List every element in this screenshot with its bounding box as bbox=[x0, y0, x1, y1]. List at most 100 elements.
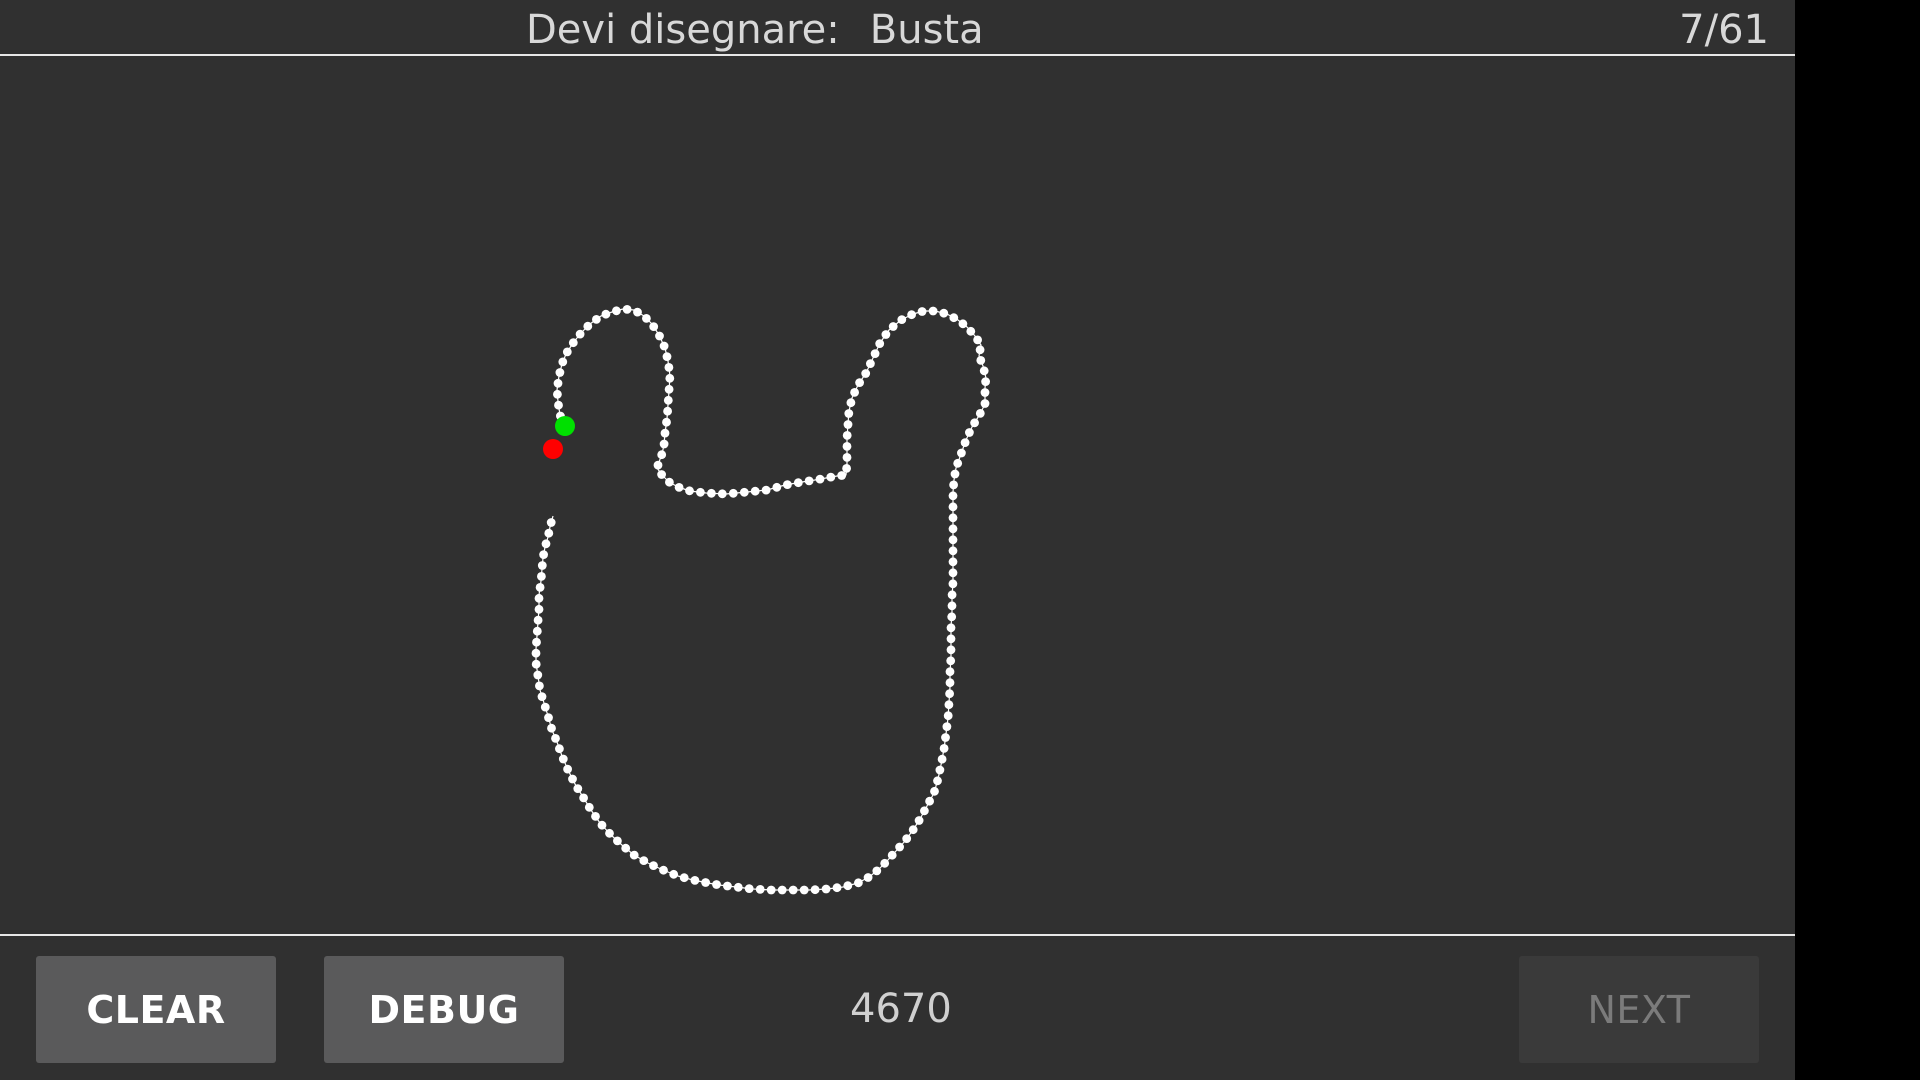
stroke-point bbox=[533, 615, 543, 625]
stroke-point bbox=[975, 409, 985, 418]
stroke-point bbox=[945, 689, 954, 699]
stroke-point bbox=[960, 438, 970, 447]
stroke-point bbox=[948, 491, 958, 501]
stroke-point bbox=[942, 722, 952, 731]
stroke-point bbox=[939, 308, 949, 318]
stroke-point bbox=[777, 885, 787, 895]
stroke-point bbox=[949, 313, 959, 323]
stroke-point bbox=[948, 546, 958, 556]
stroke-point bbox=[953, 458, 963, 468]
stroke-point bbox=[946, 623, 956, 633]
stroke-point bbox=[810, 885, 820, 895]
stroke-points bbox=[531, 305, 990, 895]
stroke-point bbox=[783, 480, 792, 489]
stroke-point bbox=[642, 314, 651, 323]
stroke-point bbox=[897, 315, 907, 324]
stroke-point bbox=[980, 399, 990, 408]
stroke-point bbox=[837, 471, 847, 480]
stroke-point bbox=[842, 453, 852, 462]
stroke-point bbox=[532, 626, 542, 636]
stroke-point bbox=[696, 487, 705, 497]
stroke-point bbox=[537, 572, 546, 581]
stroke-point bbox=[895, 842, 904, 852]
stroke-point bbox=[568, 774, 577, 784]
stroke-point bbox=[948, 579, 958, 589]
stroke-point bbox=[947, 612, 957, 622]
drawing-app: Devi disegnare: Busta 7/61 CLEAR DEBUG 46… bbox=[0, 0, 1795, 1080]
drawing-canvas[interactable] bbox=[0, 58, 1795, 934]
stroke-point bbox=[612, 306, 621, 316]
stroke-point bbox=[660, 428, 670, 438]
stroke-point bbox=[579, 793, 588, 803]
stroke-point bbox=[947, 601, 957, 611]
stroke-point bbox=[948, 513, 958, 523]
stroke-point bbox=[933, 776, 942, 786]
stroke-point bbox=[663, 395, 673, 405]
stroke-point bbox=[629, 850, 639, 860]
stroke-point bbox=[633, 307, 642, 317]
stroke-point bbox=[544, 528, 554, 538]
stroke-point bbox=[717, 489, 727, 499]
stroke-point bbox=[946, 634, 956, 644]
stroke-point bbox=[821, 884, 831, 894]
stroke-point bbox=[728, 488, 738, 498]
stroke-point bbox=[826, 472, 836, 482]
stroke-point bbox=[558, 357, 568, 367]
stroke-end-marker bbox=[543, 439, 563, 459]
stroke-point bbox=[547, 723, 556, 733]
stroke-point bbox=[649, 322, 659, 331]
stroke-point bbox=[662, 417, 671, 427]
stroke-point bbox=[943, 711, 953, 721]
stroke-point bbox=[887, 850, 897, 860]
stroke-point bbox=[531, 659, 541, 669]
stroke-point bbox=[948, 502, 958, 512]
stroke-point bbox=[659, 341, 669, 351]
clear-button[interactable]: CLEAR bbox=[36, 956, 276, 1063]
stroke-point bbox=[947, 590, 957, 600]
stroke-point bbox=[846, 398, 856, 408]
stroke-point bbox=[532, 637, 541, 647]
stroke-point bbox=[655, 331, 664, 341]
stroke-point bbox=[669, 869, 679, 879]
stroke-point bbox=[907, 310, 916, 320]
stroke-point bbox=[531, 648, 541, 658]
stroke-point bbox=[653, 460, 663, 470]
stroke-point bbox=[534, 604, 544, 614]
stroke-point bbox=[563, 764, 572, 774]
stroke-point bbox=[534, 593, 544, 603]
stroke-point bbox=[948, 557, 958, 567]
stroke-point bbox=[544, 713, 553, 722]
target-word: Busta bbox=[869, 7, 984, 53]
drawing-surface[interactable] bbox=[0, 58, 1795, 934]
score-value: 4670 bbox=[850, 986, 952, 1032]
stroke-point bbox=[925, 796, 934, 806]
stroke-point bbox=[981, 377, 990, 386]
stroke-point bbox=[639, 856, 649, 865]
stroke-point bbox=[946, 645, 956, 655]
stroke-point bbox=[939, 744, 949, 753]
stroke-point bbox=[591, 812, 600, 821]
stroke-point bbox=[562, 347, 572, 357]
stroke-point bbox=[854, 878, 863, 888]
next-button[interactable]: NEXT bbox=[1519, 956, 1759, 1063]
stroke-point bbox=[917, 307, 927, 316]
stroke-point bbox=[657, 450, 667, 460]
prompt-label: Devi disegnare: bbox=[526, 7, 840, 53]
stroke-point bbox=[744, 884, 754, 893]
stroke-point bbox=[573, 784, 583, 793]
stroke-point bbox=[535, 583, 545, 592]
stroke-point bbox=[761, 485, 771, 495]
stroke-point bbox=[701, 878, 710, 887]
stroke-point bbox=[766, 885, 776, 895]
stroke-point bbox=[935, 765, 945, 775]
stroke-point bbox=[657, 470, 666, 479]
screen-edge bbox=[1795, 0, 1920, 1080]
stroke-point bbox=[965, 428, 974, 437]
stroke-point bbox=[664, 363, 674, 372]
stroke-point bbox=[902, 834, 912, 843]
stroke-point bbox=[875, 339, 885, 348]
stroke-point bbox=[888, 322, 898, 331]
debug-button[interactable]: DEBUG bbox=[324, 956, 564, 1063]
stroke-point bbox=[679, 873, 689, 883]
stroke-point bbox=[551, 734, 560, 743]
